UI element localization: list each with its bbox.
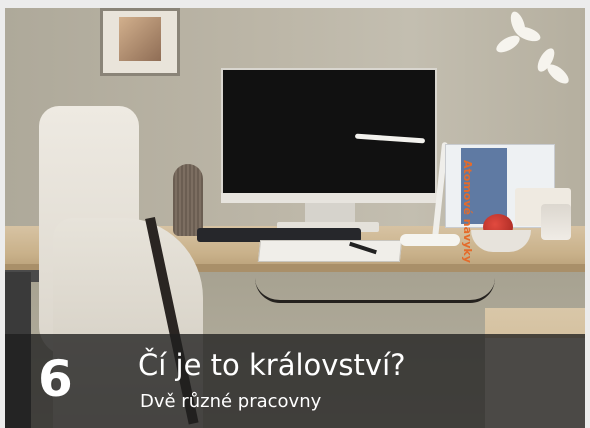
desk-cable <box>255 278 495 303</box>
smart-speaker <box>173 164 203 236</box>
glass-jar <box>541 204 571 240</box>
lily-flowers <box>475 8 585 108</box>
family-photo <box>119 17 161 61</box>
desk-lamp-base <box>400 234 460 246</box>
caption-subtitle: Dvě různé pracovny <box>140 391 322 412</box>
notebook <box>257 240 403 262</box>
monitor-chin <box>221 193 437 203</box>
book-title: Atomové návyky <box>461 160 474 263</box>
caption-title: Čí je to království? <box>138 348 406 382</box>
wall-picture-frame <box>100 8 180 76</box>
caption-number: 6 <box>38 350 73 408</box>
monitor <box>221 68 437 196</box>
